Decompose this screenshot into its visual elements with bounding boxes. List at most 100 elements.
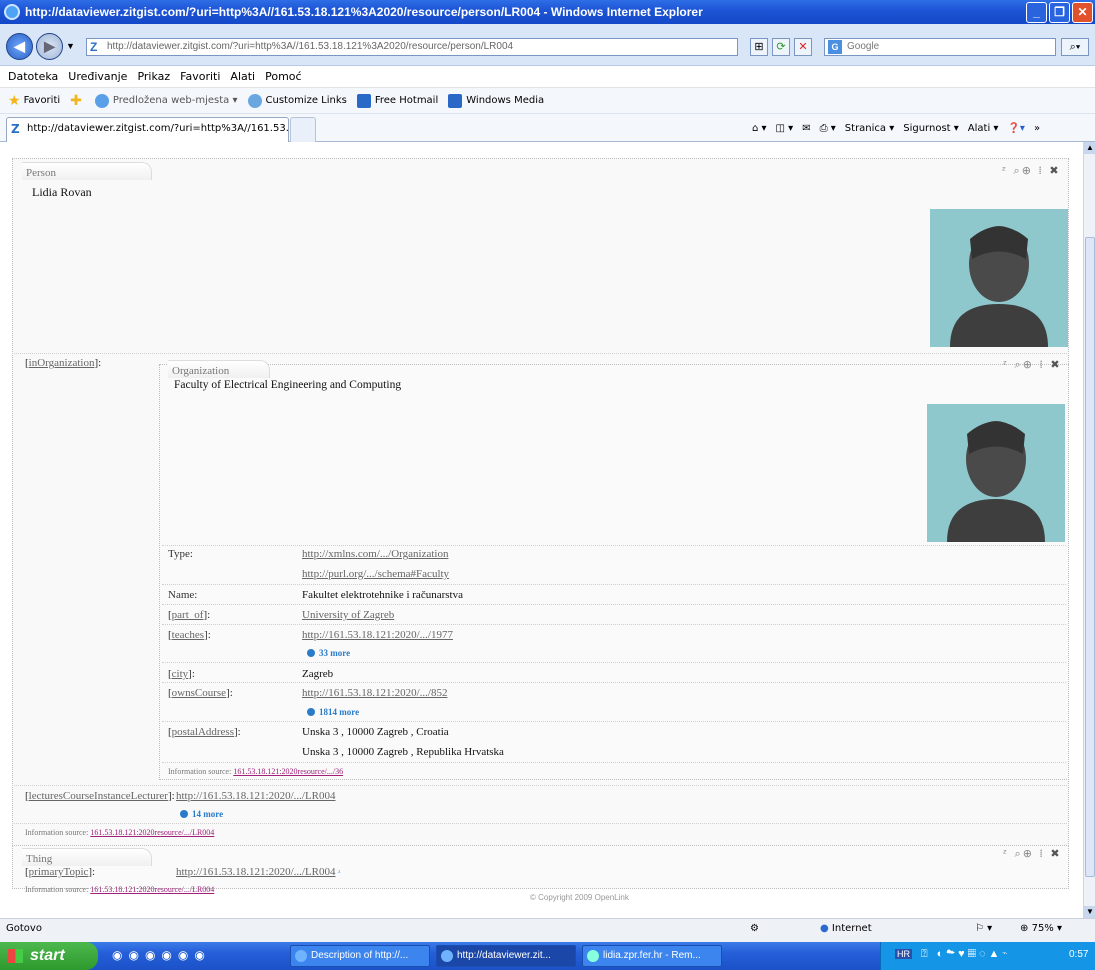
- zoom-icon[interactable]: ⌕: [1015, 847, 1023, 860]
- prop-ownscourse[interactable]: [ownsCourse]:: [168, 687, 233, 699]
- search-input[interactable]: G Google: [824, 38, 1056, 56]
- prop-inorganization-link[interactable]: inOrganization: [29, 357, 95, 369]
- close-button[interactable]: ✕: [1072, 1, 1093, 23]
- new-tab-button[interactable]: [290, 117, 316, 142]
- protected-mode-icon[interactable]: ⚐ ▾: [975, 923, 992, 934]
- menu-item-pomoc[interactable]: Pomoć: [265, 70, 301, 83]
- prop-city[interactable]: [city]:: [168, 668, 195, 680]
- sort-icon[interactable]: ᶻ: [1003, 847, 1009, 860]
- close-panel-icon[interactable]: ✖: [1050, 358, 1061, 371]
- primarytopic-value[interactable]: http://161.53.18.121:2020/.../LR004: [176, 866, 336, 878]
- tray-icons[interactable]: ⍰ ◐☁♥▦◌▲⌁: [921, 948, 1010, 961]
- favorites-button[interactable]: ★ Favoriti: [8, 93, 60, 109]
- help-icon[interactable]: ❓▾: [1007, 123, 1024, 134]
- free-hotmail-link[interactable]: Free Hotmail: [356, 93, 438, 108]
- organization-source-link[interactable]: 161.53.18.121:2020resource/.../36: [233, 767, 343, 776]
- taskbar-app-description[interactable]: Description of http://...: [290, 945, 430, 967]
- prop-part-of-link[interactable]: part_of: [172, 609, 204, 621]
- favorites-label: Favoriti: [23, 95, 61, 106]
- part-of-value[interactable]: University of Zagreb: [302, 609, 394, 621]
- refresh-icon[interactable]: ⟳: [772, 38, 790, 56]
- prop-teaches-link[interactable]: teaches: [172, 629, 204, 641]
- tab-current[interactable]: Zhttp://dataviewer.zitgist.com/?uri=http…: [6, 117, 289, 142]
- prop-lectures[interactable]: [lecturesCourseInstanceLecturer]:: [25, 790, 175, 802]
- windows-media-link[interactable]: Windows Media: [448, 93, 544, 108]
- prop-inorganization[interactable]: [inOrganization]:: [25, 357, 101, 369]
- mail-icon[interactable]: ✉: [802, 123, 810, 134]
- zoom-dropdown-icon[interactable]: ▾: [1057, 923, 1062, 934]
- teaches-value[interactable]: http://161.53.18.121:2020/.../1977: [302, 629, 453, 641]
- scroll-thumb[interactable]: [1085, 237, 1095, 877]
- prop-primarytopic-link[interactable]: primaryTopic: [29, 866, 89, 878]
- restore-button[interactable]: ❐: [1049, 1, 1070, 23]
- prop-postaladdress-link[interactable]: postalAddress: [172, 726, 234, 738]
- add-favorite-button[interactable]: ✚: [70, 93, 85, 109]
- stop-icon[interactable]: ✕: [794, 38, 812, 56]
- globe-icon[interactable]: ⊕: [1022, 164, 1033, 177]
- person-source: Information source: 161.53.18.121:2020re…: [25, 828, 214, 837]
- zone-label: Internet: [831, 923, 872, 934]
- ie-icon: [295, 950, 307, 962]
- zoom-icon[interactable]: ⌕: [1014, 164, 1022, 177]
- taskbar-app-dataviewer[interactable]: http://dataviewer.zit...: [436, 945, 576, 967]
- home-icon[interactable]: ⌂ ▾: [752, 123, 767, 134]
- back-button[interactable]: ◀: [6, 33, 33, 60]
- teaches-more-button[interactable]: 33 more: [307, 648, 350, 658]
- lectures-more-button[interactable]: 14 more: [180, 809, 223, 819]
- org-type-value-1[interactable]: http://xmlns.com/.../Organization: [302, 548, 448, 560]
- thing-source-link[interactable]: 161.53.18.121:2020resource/.../LR004: [90, 885, 214, 894]
- forward-button[interactable]: ▶: [36, 33, 63, 60]
- customize-links-label: Customize Links: [265, 95, 347, 106]
- minimize-button[interactable]: _: [1026, 1, 1047, 23]
- vertical-scrollbar[interactable]: ▲ ▼: [1083, 142, 1095, 918]
- menu-item-alati[interactable]: Alati: [230, 70, 255, 83]
- prop-city-link[interactable]: city: [172, 668, 189, 680]
- page-icon: [247, 93, 262, 108]
- lectures-value[interactable]: http://161.53.18.121:2020/.../LR004: [176, 790, 336, 802]
- zoom-icon[interactable]: ⌕: [1015, 358, 1023, 371]
- ownscourse-more-button[interactable]: 1814 more: [307, 707, 359, 717]
- person-source-link[interactable]: 161.53.18.121:2020resource/.../LR004: [90, 828, 214, 837]
- menu-item-datoteka[interactable]: Datoteka: [8, 70, 58, 83]
- scroll-up-icon[interactable]: ▲: [1084, 142, 1095, 154]
- quick-launch-icons[interactable]: ◉◉◉◉◉◉: [112, 948, 211, 962]
- prop-ownscourse-link[interactable]: ownsCourse: [172, 687, 226, 699]
- prop-lectures-link[interactable]: lecturesCourseInstanceLecturer: [29, 790, 168, 802]
- address-input[interactable]: Zhttp://dataviewer.zitgist.com/?uri=http…: [86, 38, 738, 56]
- print-icon[interactable]: ⎙ ▾: [820, 123, 836, 134]
- start-button[interactable]: start: [0, 942, 98, 970]
- globe-icon[interactable]: ⊕: [1023, 358, 1034, 371]
- feeds-icon[interactable]: ◫ ▾: [776, 123, 794, 134]
- menu-item-favoriti[interactable]: Favoriti: [180, 70, 220, 83]
- globe-icon[interactable]: ⊕: [1023, 847, 1034, 860]
- prop-primarytopic[interactable]: [primaryTopic]:: [25, 866, 95, 878]
- history-dropdown-icon[interactable]: ▼: [66, 41, 75, 51]
- zoom-level[interactable]: ⊕ 75% ▾: [1020, 923, 1062, 934]
- thing-source: Information source: 161.53.18.121:2020re…: [25, 885, 214, 894]
- ownscourse-value[interactable]: http://161.53.18.121:2020/.../852: [302, 687, 447, 699]
- safety-menu[interactable]: Sigurnost ▾: [903, 123, 959, 134]
- close-panel-icon[interactable]: ✖: [1050, 847, 1061, 860]
- customize-links-link[interactable]: Customize Links: [247, 93, 347, 108]
- menu-item-uredivanje[interactable]: Uređivanje: [68, 70, 127, 83]
- prop-postaladdress[interactable]: [postalAddress]:: [168, 726, 241, 738]
- organization-type-tab: Organization: [168, 360, 270, 378]
- sort-icon[interactable]: ᶻ: [1002, 164, 1008, 177]
- taskbar-app-remote[interactable]: lidia.zpr.fer.hr - Rem...: [582, 945, 722, 967]
- org-type-value-2[interactable]: http://purl.org/.../schema#Faculty: [302, 568, 449, 580]
- tools-menu[interactable]: Alati ▾: [968, 123, 999, 134]
- language-indicator[interactable]: HR: [895, 949, 912, 959]
- prop-teaches[interactable]: [teaches]:: [168, 629, 211, 641]
- menu-item-prikaz[interactable]: Prikaz: [137, 70, 170, 83]
- search-button[interactable]: ⌕▾: [1061, 38, 1089, 56]
- suggested-sites-label: Predložena web-mjesta ▾: [112, 95, 238, 106]
- page-menu[interactable]: Stranica ▾: [845, 123, 894, 134]
- scroll-down-icon[interactable]: ▼: [1084, 906, 1095, 918]
- suggested-sites-link[interactable]: Predložena web-mjesta ▾: [94, 93, 238, 108]
- compatibility-icon[interactable]: ⊞: [750, 38, 768, 56]
- prop-part-of[interactable]: [part_of]:: [168, 609, 210, 621]
- sort-icon[interactable]: ᶻ: [338, 868, 340, 877]
- close-panel-icon[interactable]: ✖: [1049, 164, 1060, 177]
- more-commands-icon[interactable]: »: [1034, 123, 1040, 134]
- sort-icon[interactable]: ᶻ: [1003, 358, 1009, 371]
